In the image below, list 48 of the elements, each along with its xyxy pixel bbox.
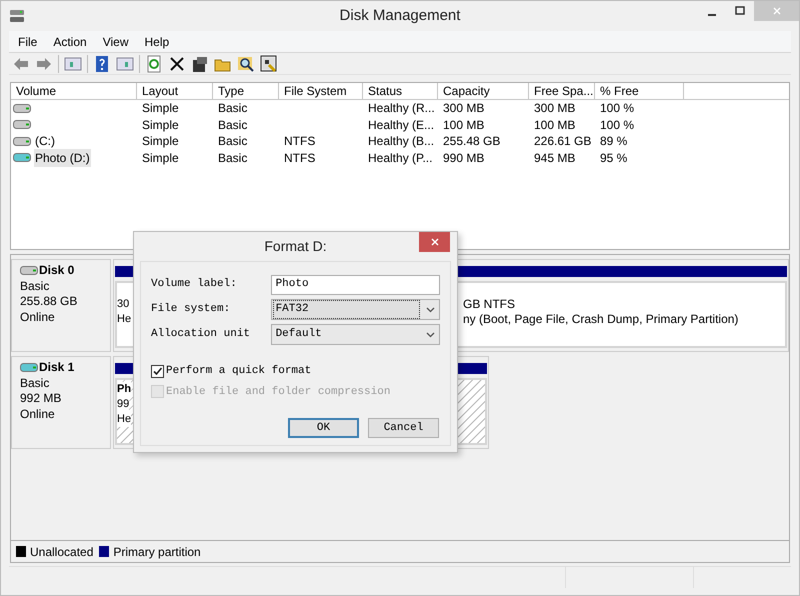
disk-detail: 992 MB — [20, 391, 62, 406]
legend-label: Unallocated — [30, 544, 94, 560]
table-cell: 100 MB — [443, 118, 484, 132]
table-cell: 89 % — [600, 134, 628, 148]
disk-detail: Basic — [20, 278, 50, 294]
table-cell: Basic — [218, 134, 248, 148]
table-cell: Simple — [142, 150, 179, 165]
checkbox-label: Enable file and folder compression — [166, 384, 390, 400]
disk-detail: Basic — [20, 376, 50, 391]
table-cell: 100 MB — [534, 118, 576, 132]
partition-text: He — [117, 412, 132, 427]
checkbox-label: Perform a quick format — [166, 364, 312, 379]
table-cell: 300 MB — [443, 101, 484, 116]
table-cell: Simple — [142, 101, 179, 116]
field-label: Volume label: — [151, 277, 238, 292]
disk-detail: Online — [20, 310, 56, 325]
table-cell: 100 % — [600, 118, 634, 132]
table-cell: 100 % — [600, 101, 634, 116]
table-cell: NTFS — [284, 150, 316, 165]
table-cell: 255.48 GB — [443, 134, 500, 148]
field-label: Allocation unit — [151, 327, 252, 342]
disk-detail: 255.88 GB — [20, 294, 78, 310]
table-cell: 300 MB — [534, 101, 576, 116]
field-label: File system: — [151, 302, 232, 318]
disk-name: Disk 0 — [39, 263, 74, 278]
partition-text: ny (Boot, Page File, Crash Dump, Primary Partition) — [463, 312, 738, 327]
disk-name: Disk 1 — [39, 360, 74, 376]
partition-text: Ph — [117, 382, 132, 397]
partition-text: 99 — [117, 397, 130, 412]
table-cell: Basic — [218, 118, 248, 132]
dialog-title: Format D: — [264, 237, 327, 256]
table-cell: Basic — [218, 101, 248, 116]
partition-text: GB NTFS — [463, 297, 516, 312]
table-cell: 990 MB — [443, 150, 484, 165]
table-cell: Healthy (R... — [368, 101, 435, 116]
legend-label: Primary partition — [113, 544, 201, 560]
table-cell: Basic — [218, 150, 248, 165]
table-cell: Healthy (B... — [368, 134, 434, 148]
table-cell: 945 MB — [534, 150, 576, 165]
table-cell: Simple — [142, 134, 179, 148]
table-cell: Healthy (E... — [368, 118, 434, 132]
table-cell: NTFS — [284, 134, 316, 148]
window-title: Disk Management — [340, 6, 460, 26]
disk-detail: Online — [20, 406, 56, 422]
table-cell: 226.61 GB — [534, 134, 592, 148]
table-cell: Simple — [142, 118, 179, 132]
table-cell: 95 % — [600, 150, 628, 165]
table-cell: Healthy (P... — [368, 150, 432, 165]
